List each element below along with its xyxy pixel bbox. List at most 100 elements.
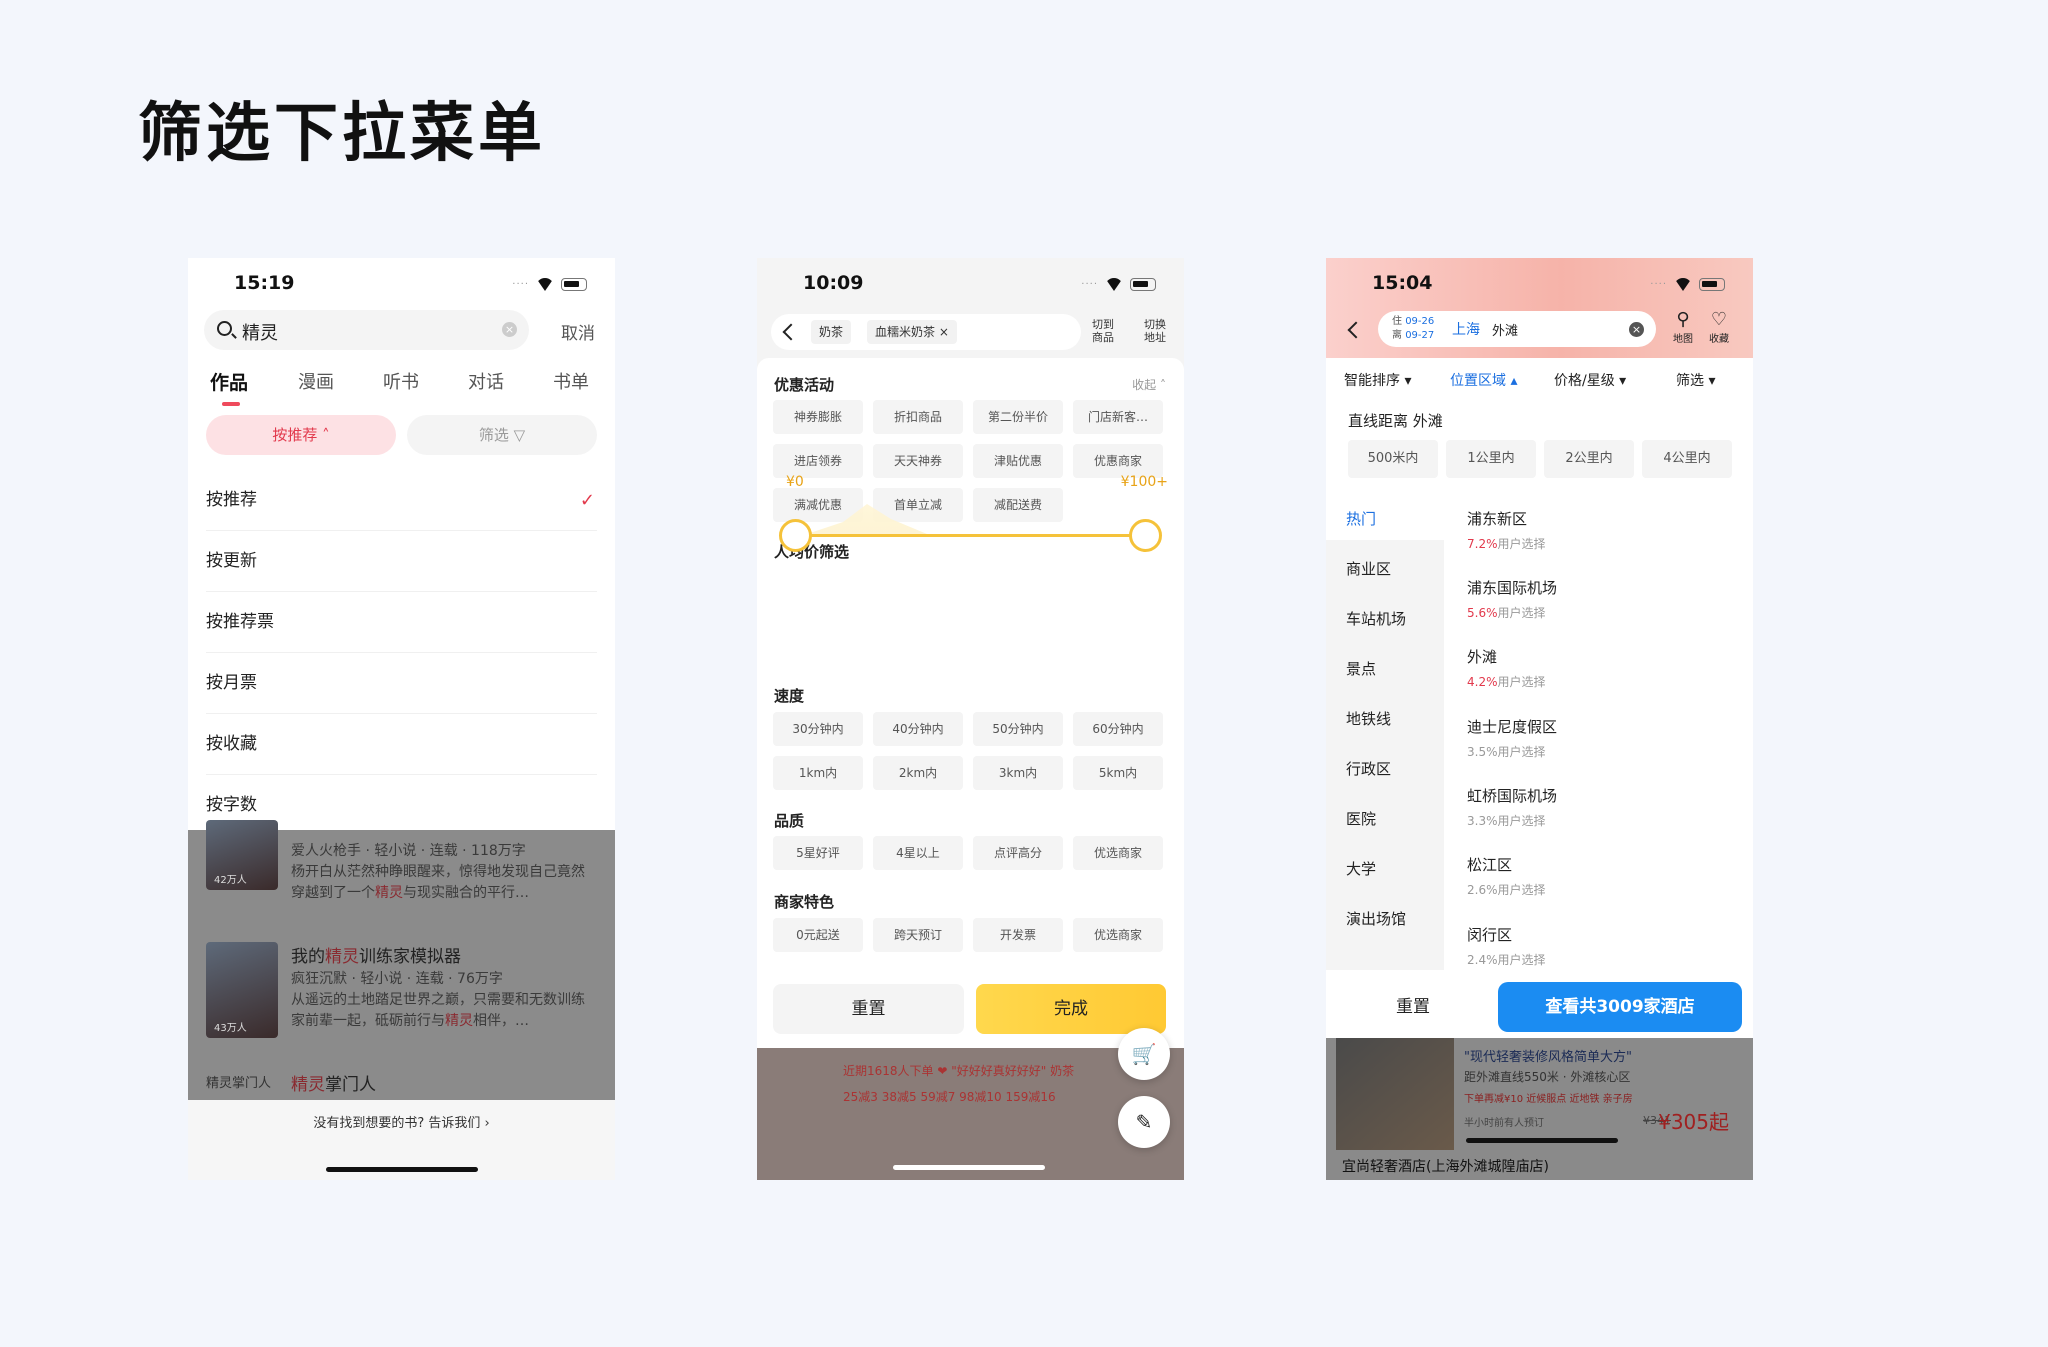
filter-option[interactable]: 30分钟内 [773,712,863,746]
filter-option[interactable]: 优选商家 [1073,918,1163,952]
category-item[interactable]: 医院 [1346,808,1376,829]
location-option[interactable]: 松江区 2.6%用户选择 [1467,854,1546,898]
location-option[interactable]: 闵行区 2.4%用户选择 [1467,924,1546,968]
filter-more[interactable]: 筛选 ▾ [1676,370,1715,390]
view-hotels-button[interactable]: 查看共3009家酒店 [1498,982,1742,1032]
map-button[interactable]: ⚲ 地图 [1666,310,1700,346]
category-hot[interactable]: 热门 [1346,508,1376,529]
clear-icon[interactable]: × [1629,322,1644,337]
filter-option[interactable]: 点评高分 [973,836,1063,870]
search-input[interactable]: 精灵 × [204,310,529,350]
filter-option[interactable]: 优选商家 [1073,836,1163,870]
filter-option[interactable]: 减配送费 [973,488,1063,522]
filter-chip[interactable]: 筛选 ▽ [407,415,597,455]
search-input[interactable]: 奶茶 血糯米奶茶 × [771,314,1081,350]
filter-price[interactable]: 价格/星级 ▾ [1554,370,1626,390]
filter-option[interactable]: 优惠商家 [1073,444,1163,478]
filter-option[interactable]: 第二份半价 [973,400,1063,434]
section-title: 优惠活动 [774,376,835,394]
location-option[interactable]: 外滩 4.2%用户选择 [1467,646,1546,690]
filter-option[interactable]: 60分钟内 [1073,712,1163,746]
reset-button[interactable]: 重置 [1338,982,1488,1032]
search-tag[interactable]: 奶茶 [811,320,852,344]
filter-option[interactable]: 跨天预订 [873,918,963,952]
tab-booklist[interactable]: 书单 [553,368,589,394]
location-option[interactable]: 虹桥国际机场 3.3%用户选择 [1467,785,1557,829]
category-item[interactable]: 地铁线 [1346,708,1391,729]
date-range[interactable]: 住 09-26 离 09-27 [1392,315,1434,343]
check-icon: ✓ [579,490,595,511]
status-time: 10:09 [803,272,864,294]
filter-option[interactable]: 0元起送 [773,918,863,952]
cart-icon[interactable]: 🛒 [1118,1028,1170,1080]
filter-option[interactable]: 40分钟内 [873,712,963,746]
category-item[interactable]: 演出场馆 [1346,908,1406,929]
filter-option[interactable]: 神券膨胀 [773,400,863,434]
sort-option-monthly[interactable]: 按月票 [206,653,597,714]
tab-works[interactable]: 作品 [210,368,248,395]
filter-option[interactable]: 津贴优惠 [973,444,1063,478]
sort-option-favorites[interactable]: 按收藏 [206,714,597,775]
filter-option[interactable]: 5km内 [1073,756,1163,790]
list-item: 42万人 爱人火枪手 · 轻小说 · 连载 · 118万字 杨开白从茫然种睁眼醒… [206,820,596,940]
filter-bar: 智能排序 ▾ 位置区域 ▴ 价格/星级 ▾ 筛选 ▾ [1326,358,1753,402]
filter-option[interactable]: 折扣商品 [873,400,963,434]
favorite-button[interactable]: ♡ 收藏 [1702,310,1736,346]
price-slider-max-handle[interactable] [1129,519,1162,552]
book-meta: 疯狂沉默 · 轻小说 · 连载 · 76万字 [291,971,503,987]
filter-option[interactable]: 满减优惠 [773,488,863,522]
filter-option[interactable]: 5星好评 [773,836,863,870]
filter-sort[interactable]: 智能排序 ▾ [1344,370,1411,390]
location-option[interactable]: 浦东国际机场 5.6%用户选择 [1467,577,1557,621]
filter-option[interactable]: 4星以上 [873,836,963,870]
filter-option[interactable]: 3km内 [973,756,1063,790]
category-item[interactable]: 行政区 [1346,758,1391,779]
distance-option[interactable]: 4公里内 [1642,440,1732,478]
filter-location[interactable]: 位置区域 ▴ [1450,370,1517,390]
section-title: 品质 [774,812,805,830]
order-icon[interactable]: ✎ [1118,1096,1170,1148]
sort-option-update[interactable]: 按更新 [206,531,597,592]
switch-address-button[interactable]: 切换地址 [1141,318,1169,344]
category-item[interactable]: 景点 [1346,658,1376,679]
sort-option-rec-votes[interactable]: 按推荐票 [206,592,597,653]
price-slider-min-handle[interactable] [779,519,812,552]
filter-option[interactable]: 1km内 [773,756,863,790]
search-tag[interactable]: 血糯米奶茶 × [867,320,957,344]
filter-option[interactable]: 进店领券 [773,444,863,478]
category-item[interactable]: 大学 [1346,858,1376,879]
price-slider-track[interactable] [795,534,1146,537]
filter-option[interactable]: 门店新客… [1073,400,1163,434]
sort-dropdown-chip[interactable]: 按推荐 ˄ [206,415,396,455]
clear-icon[interactable]: × [502,322,517,337]
cancel-button[interactable]: 取消 [561,319,595,344]
tab-audio[interactable]: 听书 [383,368,419,394]
back-icon[interactable] [782,323,800,341]
category-active-bg [1326,490,1444,540]
distance-option[interactable]: 500米内 [1348,440,1438,478]
switch-goods-button[interactable]: 切到商品 [1089,318,1117,344]
distance-option[interactable]: 2公里内 [1544,440,1634,478]
search-input[interactable]: 住 09-26 离 09-27 上海 外滩 × [1378,311,1656,347]
distance-option[interactable]: 1公里内 [1446,440,1536,478]
tab-dialogue[interactable]: 对话 [468,368,504,394]
hotel-tags: 下单再减¥10 近候服点 近地铁 亲子房 [1464,1094,1633,1105]
category-item[interactable]: 商业区 [1346,558,1391,579]
reset-button[interactable]: 重置 [773,984,964,1034]
done-button[interactable]: 完成 [976,984,1166,1034]
sort-option-recommend[interactable]: 按推荐 ✓ [206,470,597,531]
section-title: 商家特色 [774,893,835,911]
filter-option[interactable]: 2km内 [873,756,963,790]
tab-comics[interactable]: 漫画 [298,368,334,394]
area-keyword: 外滩 [1492,324,1519,339]
filter-option[interactable]: 天天神券 [873,444,963,478]
collapse-button[interactable]: 收起 ˄ [1132,376,1166,393]
location-option[interactable]: 迪士尼度假区 3.5%用户选择 [1467,716,1557,760]
status-bar: 15:04 ···· [1326,272,1753,302]
category-item[interactable]: 车站机场 [1346,608,1406,629]
filter-option[interactable]: 开发票 [973,918,1063,952]
book-meta: 爱人火枪手 · 轻小说 · 连载 · 118万字 [291,843,526,859]
location-option[interactable]: 浦东新区 7.2%用户选择 [1467,508,1546,552]
filter-option[interactable]: 50分钟内 [973,712,1063,746]
city-selector[interactable]: 上海 [1452,319,1480,339]
